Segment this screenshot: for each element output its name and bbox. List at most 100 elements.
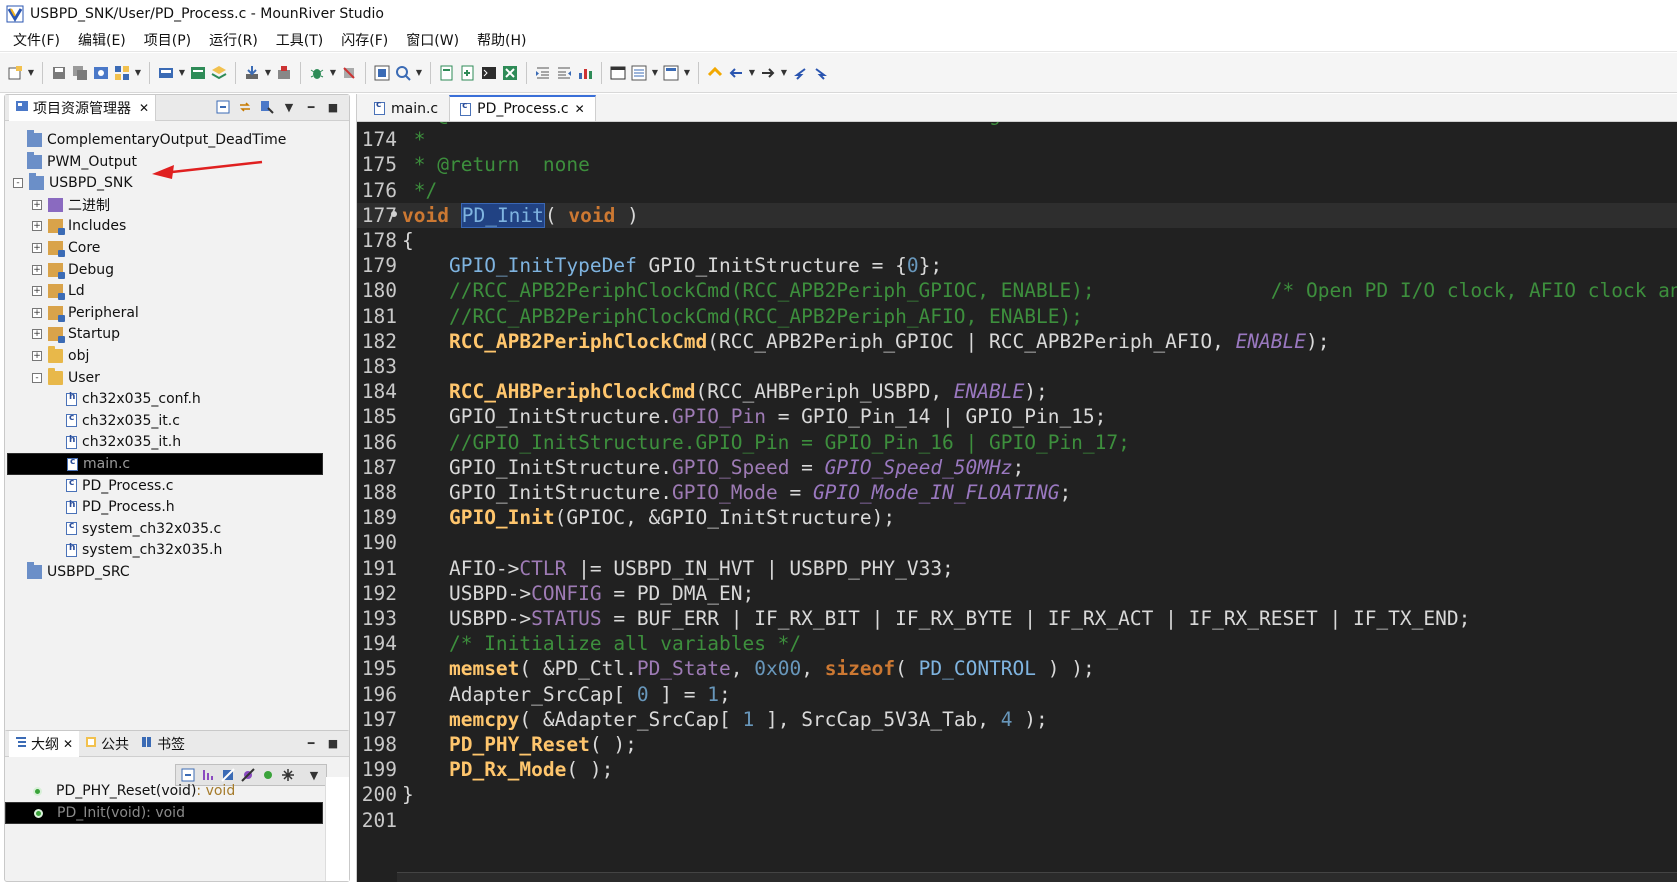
- outline-item[interactable]: PD_Init(void) : void: [5, 802, 323, 824]
- download-icon[interactable]: [243, 64, 261, 82]
- menu-help[interactable]: 帮助(H): [468, 30, 535, 50]
- code-line[interactable]: 189 GPIO_Init(GPIOC, &GPIO_InitStructure…: [357, 505, 1677, 530]
- list-dropdown-icon[interactable]: ▼: [651, 64, 659, 82]
- tab-public[interactable]: 公共: [79, 731, 135, 757]
- build-all-icon[interactable]: [189, 64, 207, 82]
- download-dropdown-icon[interactable]: ▼: [264, 64, 272, 82]
- menu-run[interactable]: 运行(R): [200, 30, 267, 50]
- code-line[interactable]: 177 void PD_Init( void ): [357, 202, 1677, 228]
- minimize-icon[interactable]: ━: [303, 735, 319, 751]
- forward-dropdown-icon[interactable]: ▼: [780, 64, 788, 82]
- chart-icon[interactable]: [576, 64, 594, 82]
- view-menu-icon[interactable]: ▼: [281, 99, 297, 115]
- erase-icon[interactable]: [340, 64, 358, 82]
- code-line[interactable]: 180 //RCC_APB2PeriphClockCmd(RCC_APB2Per…: [357, 278, 1677, 303]
- prev-edit-icon[interactable]: [791, 64, 809, 82]
- indent-left-icon[interactable]: [534, 64, 552, 82]
- code-line[interactable]: 201: [357, 808, 1677, 833]
- tree-item[interactable]: ch32x035_conf.h: [66, 388, 201, 410]
- close-icon[interactable]: ✕: [575, 102, 585, 116]
- back-icon[interactable]: [727, 64, 745, 82]
- tree-item[interactable]: main.c: [7, 453, 323, 475]
- horizontal-scrollbar[interactable]: [397, 872, 1677, 882]
- tree-item[interactable]: system_ch32x035.h: [66, 539, 222, 561]
- new-dropdown-icon[interactable]: ▼: [27, 64, 35, 82]
- expand-toggle-icon[interactable]: +: [32, 221, 42, 232]
- tree-item[interactable]: + obj: [32, 345, 89, 367]
- search-dropdown-icon[interactable]: ▼: [415, 64, 423, 82]
- terminal-icon[interactable]: [480, 64, 498, 82]
- flash-tool-icon[interactable]: [275, 64, 293, 82]
- doc-add-icon[interactable]: [459, 64, 477, 82]
- code-line[interactable]: 191 AFIO->CTLR |= USBPD_IN_HVT | USBPD_P…: [357, 556, 1677, 581]
- code-area[interactable]: 173 * @brief This function uses to initi…: [357, 122, 1677, 882]
- back-dropdown-icon[interactable]: ▼: [748, 64, 756, 82]
- code-line[interactable]: 184 RCC_AHBPeriphClockCmd(RCC_AHBPeriph_…: [357, 379, 1677, 404]
- code-line[interactable]: 178{: [357, 228, 1677, 253]
- code-line[interactable]: 188 GPIO_InitStructure.GPIO_Mode = GPIO_…: [357, 480, 1677, 505]
- menu-window[interactable]: 窗口(W): [397, 30, 468, 50]
- code-line[interactable]: 183: [357, 354, 1677, 379]
- expand-toggle-icon[interactable]: +: [32, 264, 42, 275]
- tree-item[interactable]: system_ch32x035.c: [66, 518, 221, 540]
- refresh-icon[interactable]: [92, 64, 110, 82]
- code-line[interactable]: 175 * @return none: [357, 152, 1677, 177]
- tree-item[interactable]: + Includes: [32, 215, 126, 237]
- code-line[interactable]: 190: [357, 530, 1677, 555]
- window-icon[interactable]: [609, 64, 627, 82]
- tab-outline[interactable]: 大纲 ✕: [9, 730, 80, 757]
- expand-toggle-icon[interactable]: +: [32, 329, 42, 340]
- collapse-toggle-icon[interactable]: -: [13, 178, 23, 189]
- tree-item[interactable]: - User: [32, 367, 100, 389]
- debug-dropdown-icon[interactable]: ▼: [329, 64, 337, 82]
- tree-item[interactable]: PD_Process.h: [66, 496, 175, 518]
- code-line[interactable]: 182 RCC_APB2PeriphClockCmd(RCC_APB2Perip…: [357, 329, 1677, 354]
- collapse-all-icon[interactable]: [215, 99, 231, 115]
- grid-dropdown-icon[interactable]: ▼: [134, 64, 142, 82]
- doc-green-icon[interactable]: [438, 64, 456, 82]
- code-line[interactable]: 176 */: [357, 178, 1677, 203]
- fold-marker-icon[interactable]: [391, 210, 397, 217]
- code-line[interactable]: 195 memset( &PD_Ctl.PD_State, 0x00, size…: [357, 656, 1677, 681]
- tree-item[interactable]: ComplementaryOutput_DeadTime: [27, 129, 286, 151]
- grid-icon[interactable]: [113, 64, 131, 82]
- code-line[interactable]: 197 memcpy( &Adapter_SrcCap[ 1 ], SrcCap…: [357, 707, 1677, 732]
- build-icon[interactable]: [157, 64, 175, 82]
- pin-icon[interactable]: [706, 64, 724, 82]
- new-file-icon[interactable]: [6, 64, 24, 82]
- code-line[interactable]: 181 //RCC_APB2PeriphClockCmd(RCC_APB2Per…: [357, 304, 1677, 329]
- indent-right-icon[interactable]: [555, 64, 573, 82]
- calc-icon[interactable]: [662, 64, 680, 82]
- build-dropdown-icon[interactable]: ▼: [178, 64, 186, 82]
- code-line[interactable]: 198 PD_PHY_Reset( );: [357, 732, 1677, 757]
- tree-item[interactable]: ch32x035_it.c: [66, 410, 180, 432]
- layers-icon[interactable]: [210, 64, 228, 82]
- open-type-icon[interactable]: [373, 64, 391, 82]
- search-icon[interactable]: [394, 64, 412, 82]
- menu-project[interactable]: 项目(P): [135, 30, 200, 50]
- expand-toggle-icon[interactable]: +: [32, 199, 42, 210]
- code-line[interactable]: 186 //GPIO_InitStructure.GPIO_Pin = GPIO…: [357, 430, 1677, 455]
- close-green-icon[interactable]: [501, 64, 519, 82]
- tree-item[interactable]: USBPD_SRC: [27, 561, 130, 583]
- tree-item[interactable]: + Startup: [32, 323, 120, 345]
- code-line[interactable]: 193 USBPD->STATUS = BUF_ERR | IF_RX_BIT …: [357, 606, 1677, 631]
- tree-item[interactable]: + 二进制: [32, 194, 110, 216]
- forward-icon[interactable]: [759, 64, 777, 82]
- filter-icon[interactable]: [259, 99, 275, 115]
- list-icon[interactable]: [630, 64, 648, 82]
- tab-bookmarks[interactable]: 书签: [135, 731, 191, 757]
- save-icon[interactable]: [50, 64, 68, 82]
- save-all-icon[interactable]: [71, 64, 89, 82]
- collapse-toggle-icon[interactable]: -: [32, 372, 42, 383]
- tree-item[interactable]: + Ld: [32, 280, 85, 302]
- code-line[interactable]: 174 *: [357, 127, 1677, 152]
- calc-dropdown-icon[interactable]: ▼: [683, 64, 691, 82]
- code-line[interactable]: 194 /* Initialize all variables */: [357, 631, 1677, 656]
- code-line[interactable]: 200}: [357, 782, 1677, 807]
- tree-item[interactable]: PD_Process.c: [66, 475, 173, 497]
- tab-project-explorer[interactable]: 项目资源管理器 ✕: [9, 94, 157, 121]
- menu-flash[interactable]: 闪存(F): [332, 30, 397, 50]
- expand-toggle-icon[interactable]: +: [32, 307, 42, 318]
- close-icon[interactable]: ✕: [63, 737, 73, 751]
